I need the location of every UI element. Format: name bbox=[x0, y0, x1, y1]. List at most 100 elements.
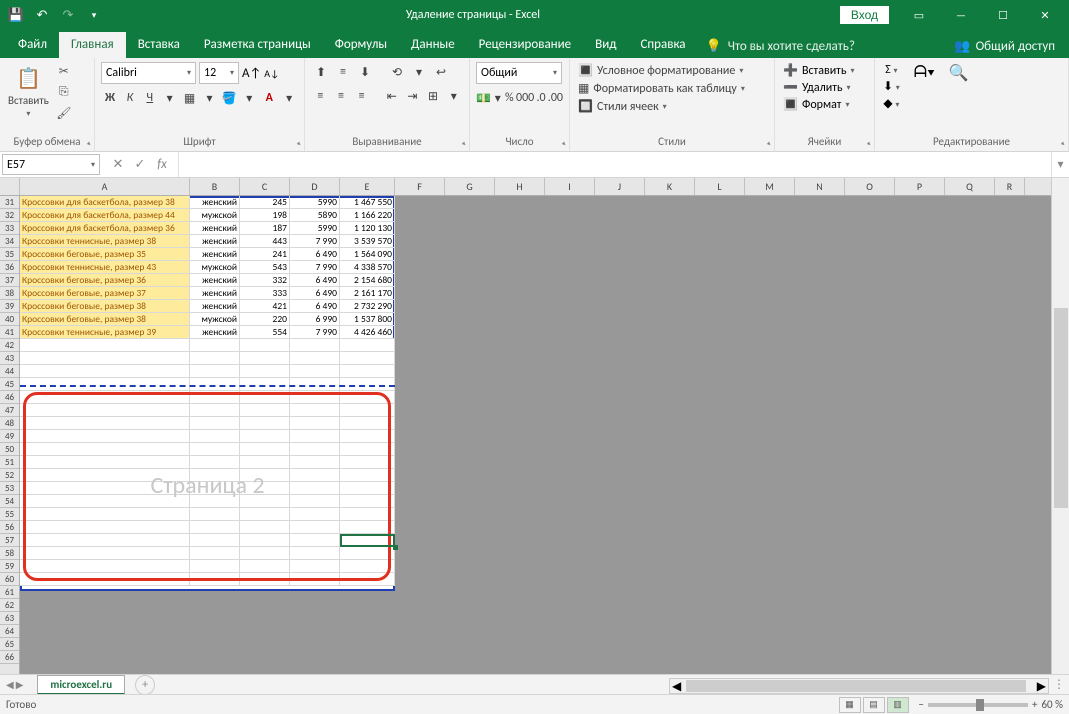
row-header[interactable]: 59 bbox=[0, 560, 19, 573]
ribbon-options-icon[interactable]: ▭ bbox=[899, 0, 939, 30]
row-header[interactable]: 48 bbox=[0, 417, 19, 430]
table-row[interactable]: Кроссовки беговые, размер 37женский3336 … bbox=[20, 287, 395, 300]
font-size-select[interactable]: 12▾ bbox=[199, 62, 239, 84]
underline-icon[interactable]: Ч bbox=[141, 88, 159, 108]
fill-icon[interactable]: ⬇ ▾ bbox=[883, 79, 900, 94]
col-header[interactable]: G bbox=[445, 178, 495, 195]
prev-sheet-icon[interactable]: ◀ bbox=[6, 678, 14, 691]
align-top-icon[interactable]: ⬆ bbox=[311, 62, 331, 82]
vertical-scrollbar[interactable] bbox=[1051, 178, 1069, 674]
delete-cells-button[interactable]: ➖Удалить ▾ bbox=[781, 79, 868, 96]
col-header[interactable]: E bbox=[340, 178, 395, 195]
col-header[interactable]: R bbox=[995, 178, 1025, 195]
font-color-icon[interactable]: A bbox=[260, 88, 278, 108]
comma-icon[interactable]: 000 bbox=[516, 88, 534, 108]
row-header[interactable]: 58 bbox=[0, 547, 19, 560]
insert-cells-button[interactable]: ➕Вставить ▾ bbox=[781, 62, 868, 79]
row-header[interactable]: 62 bbox=[0, 599, 19, 612]
sort-filter-icon[interactable]: ᗩ▾ bbox=[914, 63, 935, 82]
row-header[interactable]: 50 bbox=[0, 443, 19, 456]
cells-area[interactable]: Кроссовки для баскетбола, размер 38женск… bbox=[20, 196, 1051, 674]
increase-font-icon[interactable]: A↑ bbox=[242, 66, 261, 81]
tab-data[interactable]: Данные bbox=[399, 32, 467, 58]
row-header[interactable]: 35 bbox=[0, 248, 19, 261]
col-header[interactable]: Q bbox=[945, 178, 995, 195]
zoom-out-icon[interactable]: − bbox=[919, 698, 924, 711]
row-header[interactable]: 64 bbox=[0, 625, 19, 638]
table-row[interactable]: Кроссовки теннисные, размер 43мужской543… bbox=[20, 261, 395, 274]
bold-icon[interactable]: Ж bbox=[101, 88, 119, 108]
fx-icon[interactable]: fx bbox=[152, 157, 172, 172]
row-header[interactable]: 37 bbox=[0, 274, 19, 287]
page-break-view-icon[interactable]: ▥ bbox=[887, 697, 909, 713]
cell-styles-button[interactable]: 🔲Стили ячеек ▾ bbox=[576, 98, 768, 115]
col-header[interactable]: H bbox=[495, 178, 545, 195]
row-header[interactable]: 42 bbox=[0, 339, 19, 352]
horizontal-scrollbar[interactable]: ◀ ▶ bbox=[669, 678, 1049, 694]
qa-customize-icon[interactable]: ▾ bbox=[82, 3, 106, 27]
tell-me[interactable]: 💡Что вы хотите сделать? bbox=[698, 35, 863, 58]
row-header[interactable]: 60 bbox=[0, 573, 19, 586]
tab-review[interactable]: Рецензирование bbox=[467, 32, 583, 58]
zoom-slider[interactable] bbox=[928, 703, 1028, 707]
page-layout-view-icon[interactable]: ▤ bbox=[863, 697, 885, 713]
row-header[interactable]: 39 bbox=[0, 300, 19, 313]
cut-icon[interactable]: ✂ bbox=[55, 62, 73, 80]
border-icon[interactable]: ▦ bbox=[181, 88, 199, 108]
next-sheet-icon[interactable]: ▶ bbox=[16, 678, 24, 691]
row-header[interactable]: 36 bbox=[0, 261, 19, 274]
row-header[interactable]: 51 bbox=[0, 456, 19, 469]
find-select-icon[interactable]: 🔍 bbox=[949, 63, 969, 83]
col-header[interactable]: O bbox=[845, 178, 895, 195]
row-header[interactable]: 65 bbox=[0, 638, 19, 651]
increase-indent-icon[interactable]: ⇥ bbox=[403, 86, 422, 106]
zoom-level[interactable]: 60 % bbox=[1041, 698, 1063, 711]
fill-handle[interactable] bbox=[393, 545, 398, 550]
align-right-icon[interactable]: ≡ bbox=[352, 86, 371, 106]
orientation-icon[interactable]: ⟲ bbox=[387, 62, 407, 82]
tab-view[interactable]: Вид bbox=[583, 32, 628, 58]
row-header[interactable]: 57 bbox=[0, 534, 19, 547]
row-header[interactable]: 32 bbox=[0, 209, 19, 222]
italic-icon[interactable]: К bbox=[121, 88, 139, 108]
font-name-select[interactable]: Calibri▾ bbox=[101, 62, 196, 84]
paste-button[interactable]: 📋 Вставить ▾ bbox=[6, 62, 51, 121]
col-header[interactable]: M bbox=[745, 178, 795, 195]
close-icon[interactable]: ✕ bbox=[1025, 0, 1065, 30]
row-header[interactable]: 31 bbox=[0, 196, 19, 209]
table-row[interactable]: Кроссовки для баскетбола, размер 36женск… bbox=[20, 222, 395, 235]
tab-file[interactable]: Файл bbox=[6, 32, 59, 58]
minimize-icon[interactable]: — bbox=[941, 0, 981, 30]
row-header[interactable]: 33 bbox=[0, 222, 19, 235]
col-header[interactable]: C bbox=[240, 178, 290, 195]
row-header[interactable]: 41 bbox=[0, 326, 19, 339]
add-sheet-button[interactable]: + bbox=[135, 675, 155, 695]
align-middle-icon[interactable]: ≡ bbox=[333, 62, 353, 82]
align-left-icon[interactable]: ≡ bbox=[311, 86, 330, 106]
tab-insert[interactable]: Вставка bbox=[126, 32, 192, 58]
row-header[interactable]: 49 bbox=[0, 430, 19, 443]
zoom-in-icon[interactable]: + bbox=[1032, 698, 1037, 711]
row-header[interactable]: 55 bbox=[0, 508, 19, 521]
col-header[interactable]: P bbox=[895, 178, 945, 195]
share-button[interactable]: 👥Общий доступ bbox=[946, 35, 1063, 58]
normal-view-icon[interactable]: ▦ bbox=[839, 697, 861, 713]
fill-color-icon[interactable]: 🪣 bbox=[220, 88, 238, 108]
tab-formulas[interactable]: Формулы bbox=[323, 32, 399, 58]
maximize-icon[interactable]: ☐ bbox=[983, 0, 1023, 30]
table-row[interactable]: Кроссовки беговые, размер 36женский3326 … bbox=[20, 274, 395, 287]
col-header[interactable]: F bbox=[395, 178, 445, 195]
wrap-text-icon[interactable]: ↩ bbox=[431, 62, 451, 82]
row-header[interactable]: 44 bbox=[0, 365, 19, 378]
format-painter-icon[interactable]: 🖌 bbox=[55, 104, 73, 122]
number-format-select[interactable]: Общий▾ bbox=[476, 62, 562, 84]
table-row[interactable]: Кроссовки для баскетбола, размер 44мужск… bbox=[20, 209, 395, 222]
col-header[interactable]: N bbox=[795, 178, 845, 195]
align-center-icon[interactable]: ≡ bbox=[332, 86, 351, 106]
col-header[interactable]: D bbox=[290, 178, 340, 195]
row-header[interactable]: 43 bbox=[0, 352, 19, 365]
sheet-tab-active[interactable]: microexcel.ru bbox=[37, 675, 125, 695]
align-bottom-icon[interactable]: ⬇ bbox=[355, 62, 375, 82]
row-header[interactable]: 61 bbox=[0, 586, 19, 599]
login-button[interactable]: Вход bbox=[840, 6, 889, 24]
